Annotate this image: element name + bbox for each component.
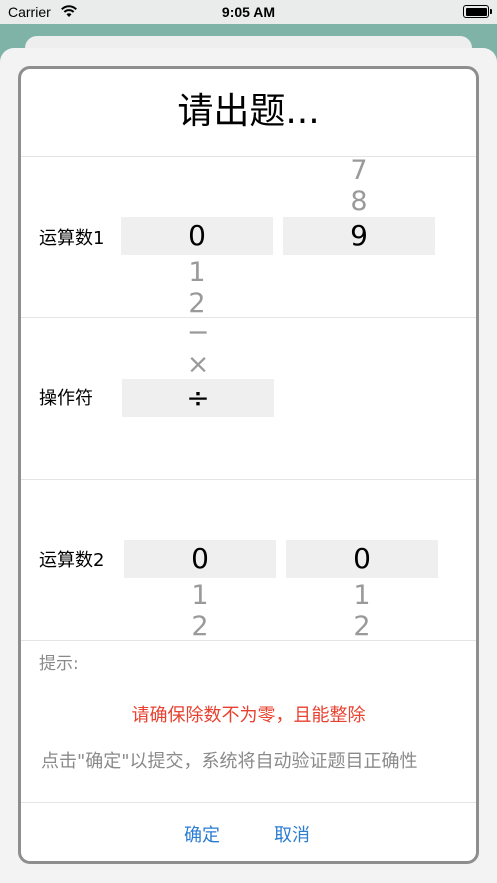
operand2-units-option[interactable]: 2	[286, 611, 438, 643]
battery-icon	[463, 5, 492, 18]
operand1-tens-option[interactable]: 1	[121, 257, 273, 289]
operand2-units-option[interactable]: 1	[286, 580, 438, 612]
operand1-units-option[interactable]: 7	[283, 155, 435, 187]
divider	[21, 640, 476, 641]
operand2-tens-option[interactable]: 2	[124, 611, 276, 643]
operand1-tens-selected[interactable]: 0	[121, 217, 273, 255]
divider	[21, 802, 476, 803]
operator-option[interactable]: ×	[122, 349, 274, 381]
operator-option[interactable]: −	[122, 317, 274, 349]
status-bar: Carrier 9:05 AM	[0, 0, 497, 24]
operand2-tens-selected[interactable]: 0	[124, 540, 276, 578]
divider	[21, 479, 476, 480]
operand1-label: 运算数1	[39, 228, 105, 249]
warning-message: 请确保除数不为零，且能整除	[131, 705, 366, 726]
cancel-button[interactable]: 取消	[274, 821, 310, 847]
hint-label: 提示:	[39, 654, 79, 674]
confirm-button[interactable]: 确定	[184, 821, 220, 847]
operand2-tens-option[interactable]: 1	[124, 580, 276, 612]
instruction-text: 点击"确定"以提交，系统将自动验证题目正确性	[41, 751, 418, 772]
operand2-units-selected[interactable]: 0	[286, 540, 438, 578]
operand2-label: 运算数2	[39, 550, 105, 571]
question-dialog: 请出题... 运算数1 0 1 2 7 8 9 − × 操作符 ÷ 运算数2 0…	[18, 66, 479, 864]
operand1-units-selected[interactable]: 9	[283, 217, 435, 255]
dialog-title: 请出题...	[177, 91, 320, 132]
operand1-units-option[interactable]: 8	[283, 186, 435, 218]
operand1-tens-option[interactable]: 2	[121, 288, 273, 320]
status-time: 9:05 AM	[221, 4, 276, 20]
operator-label: 操作符	[39, 388, 93, 409]
operator-selected[interactable]: ÷	[122, 379, 274, 417]
